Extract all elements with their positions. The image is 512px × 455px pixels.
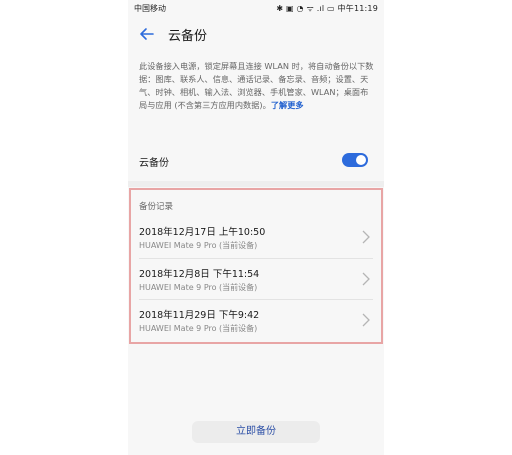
record-date: 2018年11月29日 下午9:42	[139, 310, 260, 321]
divider	[139, 258, 373, 259]
carrier-label: 中国移动	[134, 4, 166, 13]
backup-record-item[interactable]: 2018年11月29日 下午9:42 HUAWEI Mate 9 Pro (当前…	[128, 301, 384, 341]
cloud-backup-toggle-row[interactable]: 云备份	[128, 150, 384, 172]
page-title: 云备份	[168, 29, 208, 44]
record-date: 2018年12月17日 上午10:50	[139, 227, 266, 238]
learn-more-link[interactable]: 了解更多	[271, 100, 304, 110]
phone-screen: 中国移动 ✱ ▣ ◔ ᯤ .ıl ▭ 中午11:19 云备份 此设备接入电源，锁…	[128, 0, 384, 455]
backup-record-item[interactable]: 2018年12月8日 下午11:54 HUAWEI Mate 9 Pro (当前…	[128, 260, 384, 300]
cloud-backup-switch[interactable]	[342, 153, 368, 167]
chevron-right-icon	[362, 313, 370, 327]
record-device: HUAWEI Mate 9 Pro (当前设备)	[139, 283, 258, 292]
record-device: HUAWEI Mate 9 Pro (当前设备)	[139, 324, 258, 333]
chevron-right-icon	[362, 230, 370, 244]
back-arrow-icon[interactable]	[138, 25, 156, 43]
divider	[139, 299, 373, 300]
chevron-right-icon	[362, 272, 370, 286]
section-gap	[128, 181, 384, 187]
backup-description: 此设备接入电源，锁定屏幕且连接 WLAN 时，将自动备份以下数据：图库、联系人、…	[139, 60, 375, 112]
backup-records-section: 备份记录 2018年12月17日 上午10:50 HUAWEI Mate 9 P…	[128, 188, 384, 344]
title-bar: 云备份	[128, 17, 384, 51]
record-date: 2018年12月8日 下午11:54	[139, 269, 260, 280]
description-text: 此设备接入电源，锁定屏幕且连接 WLAN 时，将自动备份以下数据：图库、联系人、…	[139, 61, 374, 110]
status-icons: ✱ ▣ ◔ ᯤ .ıl ▭ 中午11:19	[276, 4, 378, 13]
records-section-title: 备份记录	[139, 202, 174, 212]
backup-now-button[interactable]: 立即备份	[192, 421, 320, 443]
record-device: HUAWEI Mate 9 Pro (当前设备)	[139, 241, 258, 250]
switch-knob	[356, 155, 366, 165]
backup-record-item[interactable]: 2018年12月17日 上午10:50 HUAWEI Mate 9 Pro (当…	[128, 218, 384, 258]
cloud-backup-label: 云备份	[139, 158, 169, 169]
status-bar: 中国移动 ✱ ▣ ◔ ᯤ .ıl ▭ 中午11:19	[128, 0, 384, 17]
